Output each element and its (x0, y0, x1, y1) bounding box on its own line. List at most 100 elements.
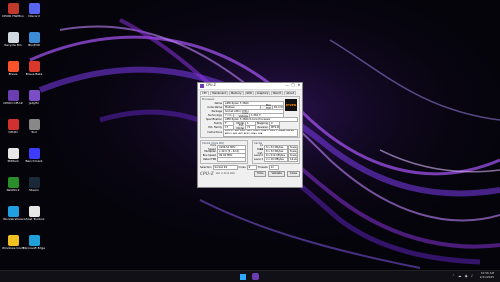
desktop-icon-label: Ghost Toolbox (23, 218, 45, 221)
cache-group: Cache L1 Data 6 x 32 KBytes 8-way L1 Inst.… (252, 140, 300, 164)
desktop-icon[interactable]: Wondershare (2, 206, 24, 222)
l3-label: Level 3 (254, 158, 263, 161)
desktop-icon[interactable]: 3DMark (2, 148, 24, 164)
tab-spd[interactable]: SPD (244, 91, 254, 96)
desktop-icon[interactable]: NetWork (2, 177, 24, 193)
cpuz-window[interactable]: CPU-Z — □ ✕ CPU Mainboard Memory SPD Gra… (197, 82, 303, 188)
desktop-icon-label: 3DMark (7, 160, 19, 163)
tab-cpu[interactable]: CPU (200, 91, 210, 96)
desktop-icon-label: NetWork (6, 189, 20, 192)
close-button[interactable]: Close (286, 170, 300, 177)
validate-button[interactable]: Validate (268, 170, 285, 177)
desktop-icon[interactable]: CPUID (2, 119, 24, 135)
desktop-icon-label: CPUID CPU-Z (3, 102, 23, 105)
system-tray-icons[interactable]: ⌃ ☁ ◉ ♪ (452, 274, 474, 278)
desktop-icon-label: Bin/Edit (28, 44, 40, 47)
tab-graphics[interactable]: Graphics (254, 91, 271, 96)
desktop-icon-label: Tool (31, 131, 37, 134)
desktop-icon-label: CPUID (8, 131, 18, 134)
threads-value: 12 (268, 164, 279, 170)
cores-label: Cores (238, 165, 246, 169)
desktop-icon[interactable]: Tool (23, 119, 45, 135)
desktop-icon[interactable]: Steam (23, 177, 45, 193)
app-icon (28, 3, 40, 14)
instructions-label: Instructions (207, 131, 222, 135)
cores-value: 6 (246, 164, 257, 170)
l3-value: 2 x 16 MBytes (264, 157, 288, 163)
extfamily-label: Ext. Family (208, 125, 222, 129)
name-label: Name (214, 101, 222, 105)
tools-button[interactable]: Tools (254, 170, 267, 177)
cpuz-app-icon (200, 84, 204, 88)
app-icon (7, 32, 19, 43)
tab-bench[interactable]: Bench (271, 91, 284, 96)
l2-label: Level 2 (254, 154, 263, 157)
spec-label: Specification (205, 117, 222, 121)
desktop-icon-label: Discord (28, 15, 40, 18)
processor-group: Processor RYZEN Name AMD Ryzen 5 3600 Co… (200, 96, 300, 139)
tab-about[interactable]: About (284, 91, 296, 96)
desktop-icon-label: Brave (8, 73, 18, 76)
desktop-icon-label: CPUID HWMonitor (2, 15, 24, 18)
ryzen-logo: RYZEN (285, 99, 297, 112)
desktop-icon[interactable]: Brave (2, 61, 24, 77)
desktop-icon[interactable]: Windows Configurat... (2, 235, 24, 251)
selection-label: Selection (200, 165, 212, 169)
selection-dropdown[interactable]: Socket #1 (212, 164, 238, 170)
family-label: Family (213, 121, 222, 125)
desktop-icon[interactable]: Recycle Bin (2, 32, 24, 48)
clocks-group: Clocks (Core #0) Core Speed 4196.52 MHz M… (200, 140, 248, 164)
app-icon (28, 90, 40, 101)
app-icon (7, 148, 19, 159)
tab-mainboard[interactable]: Mainboard (210, 91, 228, 96)
app-icon (7, 90, 19, 101)
cpuz-titlebar[interactable]: CPU-Z — □ ✕ (198, 83, 302, 90)
package-label: Package (211, 109, 222, 113)
app-icon (7, 61, 19, 72)
clock[interactable]: 10:56 AM 1/21/2025 (479, 271, 494, 279)
desktop-icon[interactable]: Ghost Toolbox (23, 206, 45, 222)
instructions-value: MMX(+), SSE, SSE2, SSE3, SSSE3, SSE4.1, … (223, 128, 298, 137)
desktop-icon-label: Microsoft Edge (23, 247, 45, 250)
stepping-label: Stepping (256, 121, 268, 125)
app-icon (28, 148, 40, 159)
desktop-icon[interactable]: Bin/Edit (23, 32, 45, 48)
app-icon (28, 119, 40, 130)
desktop-icon-label: Steam (29, 189, 39, 192)
ratedfsb-value (217, 157, 246, 163)
taskbar: ⌃ ☁ ◉ ♪ 10:56 AM 1/21/2025 (0, 270, 500, 282)
tab-memory[interactable]: Memory (228, 91, 244, 96)
app-icon (7, 177, 19, 188)
bottom-bar: CPU-Z Ver. 2.11.0.x64 Tools Validate Clo… (198, 170, 302, 178)
desktop-icon-label: Benchmark (25, 160, 43, 163)
desktop-icon[interactable]: Brave Beta (23, 61, 45, 77)
app-icon (28, 32, 40, 43)
tab-bar: CPU Mainboard Memory SPD Graphics Bench … (198, 90, 302, 96)
desktop-icon[interactable]: Benchmark (23, 148, 45, 164)
threads-label: Threads (257, 165, 268, 169)
version-label: Ver. 2.11.0.x64 (215, 172, 235, 175)
app-icon (28, 61, 40, 72)
desktop-icon-label: Wondershare (3, 218, 23, 221)
desktop-icon[interactable]: Discord (23, 3, 45, 19)
window-title: CPU-Z (206, 83, 216, 88)
desktop-icon[interactable]: Jellyfin (23, 90, 45, 106)
desktop-icon[interactable]: CPUID HWMonitor (2, 3, 24, 19)
desktop-icon[interactable]: Microsoft Edge (23, 235, 45, 251)
desktop-icon[interactable]: CPUID CPU-Z (2, 90, 24, 106)
app-icon (7, 119, 19, 130)
desktop-icon-label: Brave Beta (25, 73, 43, 76)
close-window-button[interactable]: ✕ (296, 84, 302, 88)
technology-label: Technology (207, 113, 222, 117)
desktop-icon-label: Windows Configurat... (2, 247, 24, 250)
start-button[interactable] (240, 274, 246, 280)
clock-date: 1/21/2025 (479, 274, 494, 279)
app-icon (28, 235, 40, 246)
codename-label: Code Name (207, 105, 222, 109)
app-icon (7, 3, 19, 14)
multiplier-label: Multiplier (204, 150, 216, 153)
taskbar-cpuz-icon[interactable] (252, 273, 259, 280)
app-icon (28, 206, 40, 217)
app-icon (28, 177, 40, 188)
desktop-icon-label: Recycle Bin (4, 44, 22, 47)
